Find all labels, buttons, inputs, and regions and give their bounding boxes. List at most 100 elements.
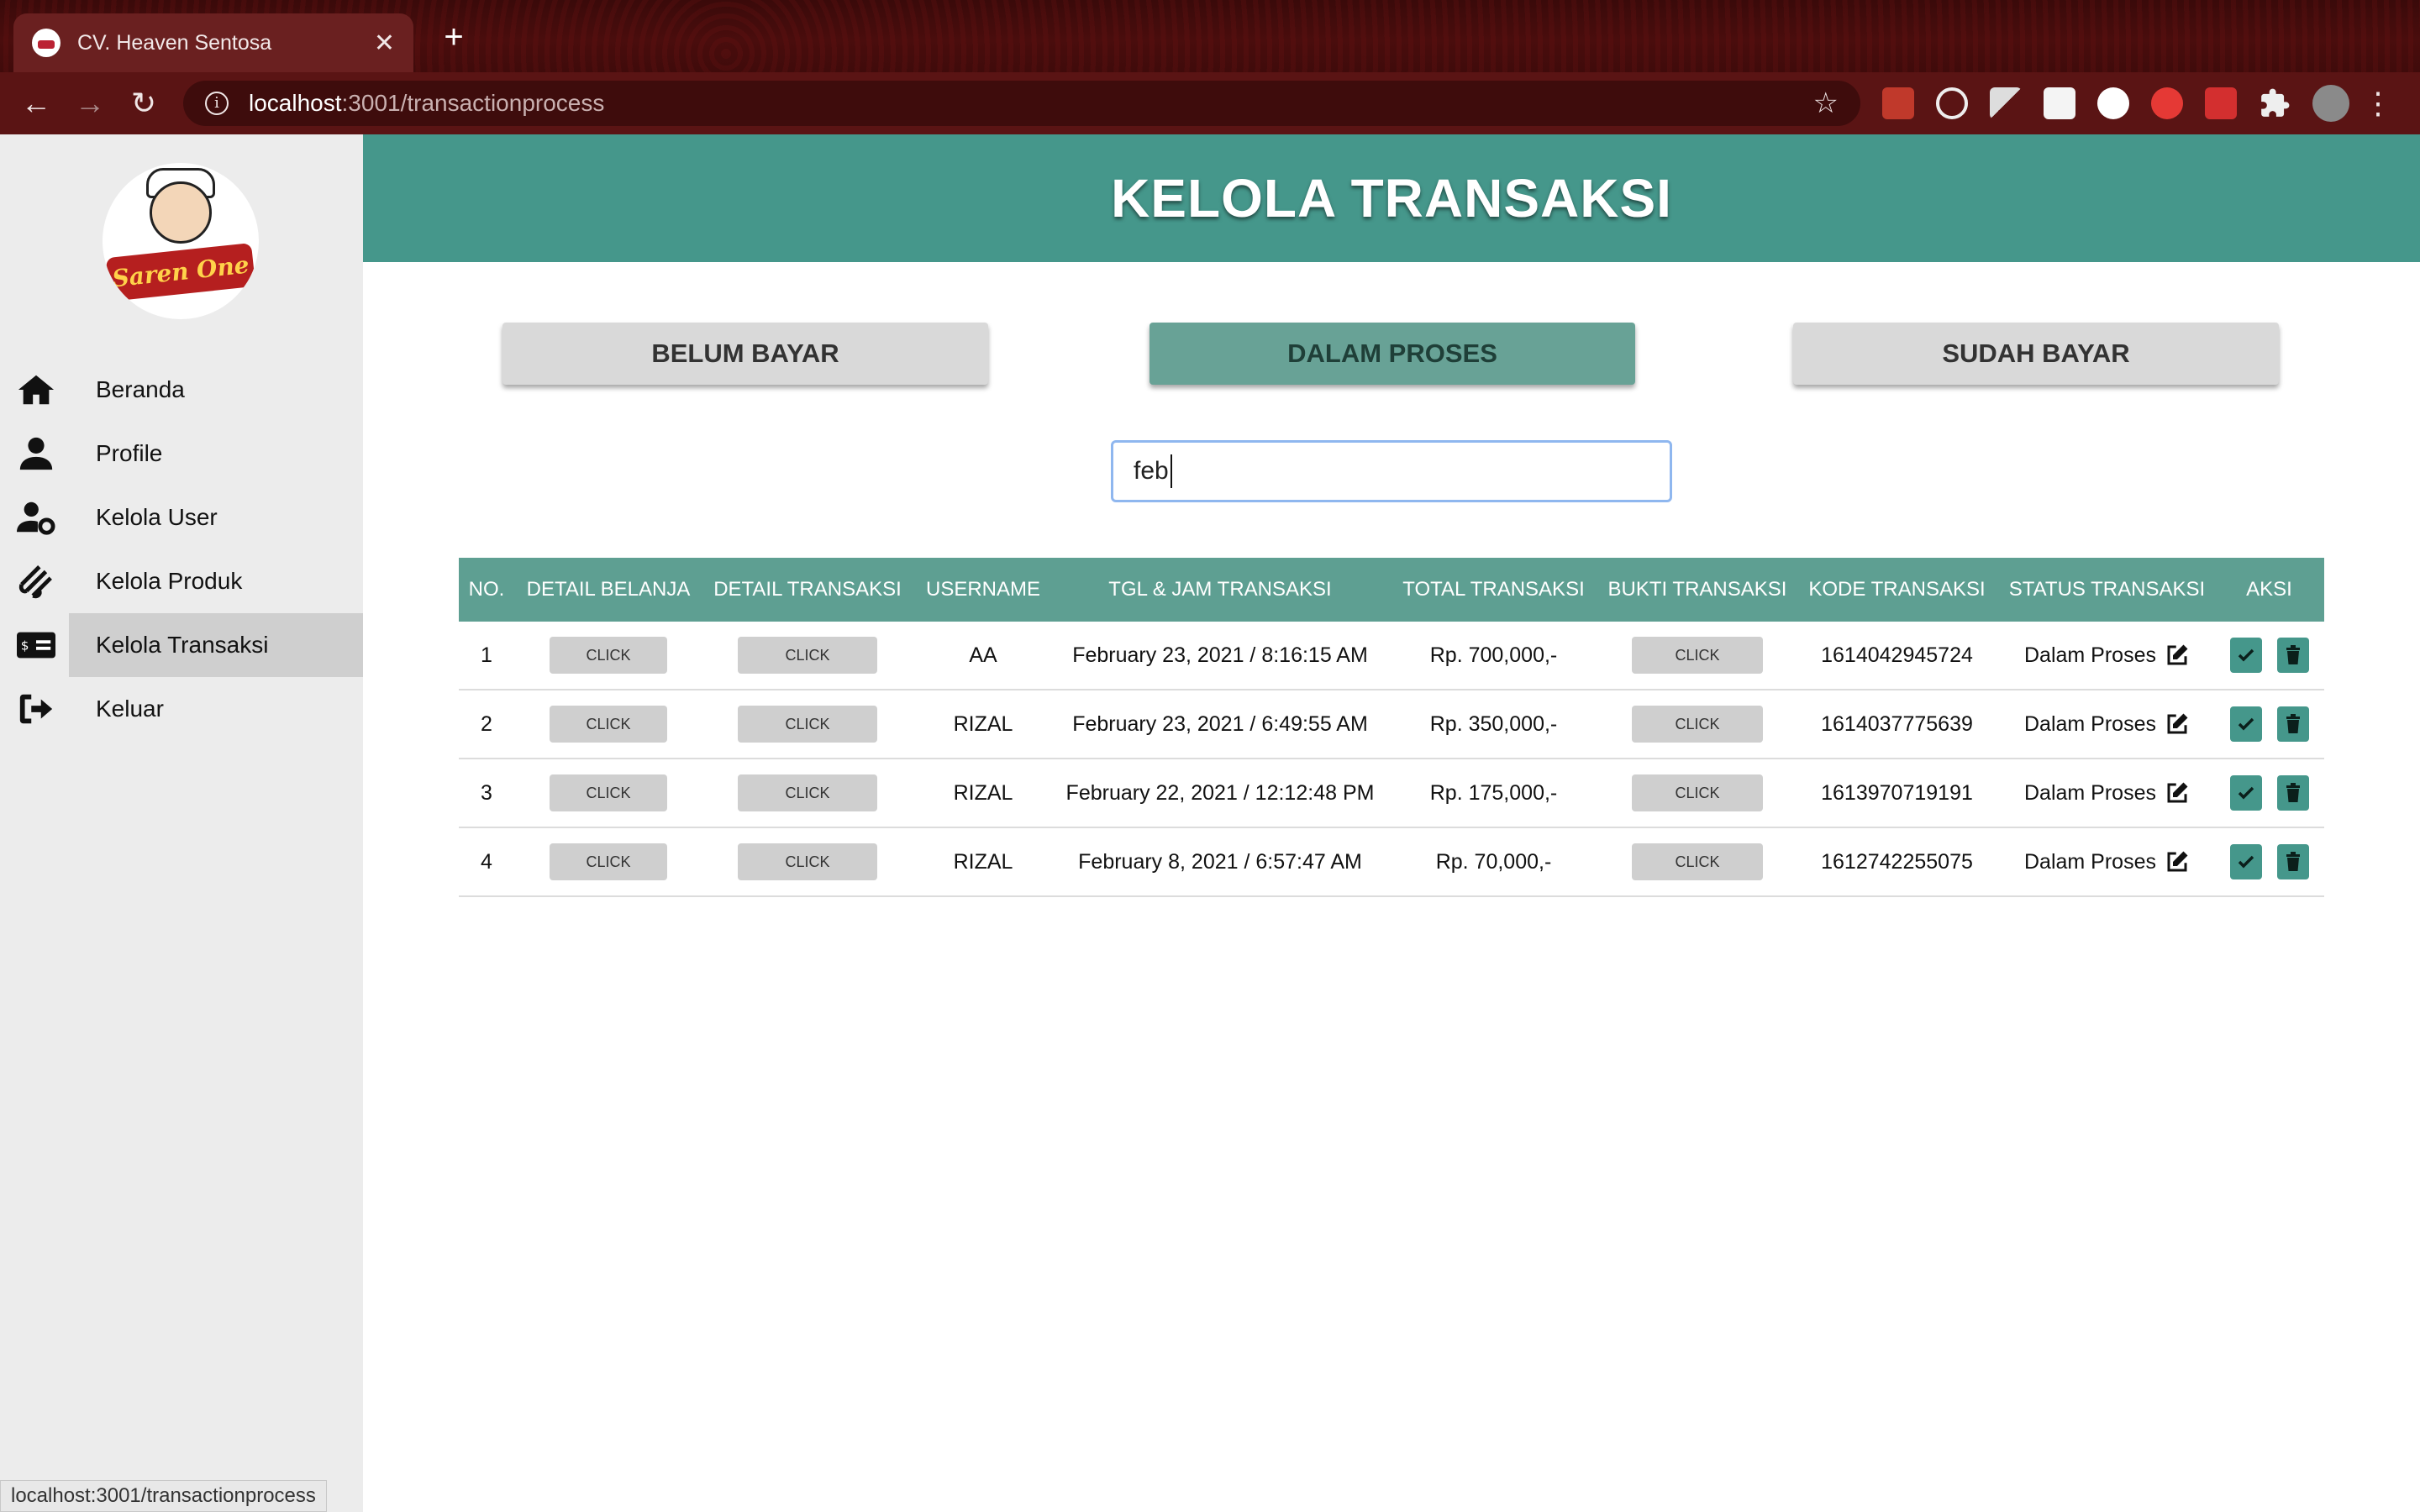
col-header: STATUS TRANSAKSI [2008,578,2206,601]
detail-transaksi-button[interactable]: CLICK [738,706,877,743]
search-value: feb [1134,457,1169,485]
extension-hand-icon[interactable] [2151,87,2183,119]
col-header: DETAIL TRANSAKSI [713,578,902,601]
username: AA [969,643,997,667]
status-text: Dalam Proses [2024,643,2156,667]
transaction-datetime: February 23, 2021 / 8:16:15 AM [1072,643,1368,667]
status-text: Dalam Proses [2024,849,2156,874]
extension-v-icon[interactable] [1990,87,2022,119]
col-header: KODE TRANSAKSI [1808,578,1986,601]
sidebar-item-label: Kelola Transaksi [96,632,269,658]
approve-button[interactable] [2229,638,2262,673]
sidebar-item-beranda[interactable]: Beranda [0,358,363,422]
row-number: 3 [481,780,492,805]
transaction-code: 1612742255075 [1821,849,1973,874]
col-header: TOTAL TRANSAKSI [1402,578,1585,601]
sign-out-icon [19,694,53,724]
check-icon [2238,786,2254,800]
url-path: :3001/transactionprocess [341,90,605,116]
edit-status-icon[interactable] [2165,711,2190,737]
extension-icon[interactable] [1882,87,1914,119]
check-icon [2238,717,2254,731]
sidebar-item-keluar[interactable]: Keluar [0,677,363,741]
delete-button[interactable] [2276,844,2309,879]
transaction-datetime: February 8, 2021 / 6:57:47 AM [1078,849,1362,874]
detail-transaksi-button[interactable]: CLICK [738,843,877,880]
detail-transaksi-button[interactable]: CLICK [738,774,877,811]
sidebar: Saren One Beranda Profile Kelola User Ke… [0,134,363,1512]
user-gear-icon [17,501,55,535]
table-header: NO. DETAIL BELANJA DETAIL TRANSAKSI USER… [459,558,2324,622]
brand-logo[interactable]: Saren One [103,163,259,319]
col-header: USERNAME [925,578,1041,601]
transaction-code: 1614042945724 [1821,643,1973,667]
profile-avatar[interactable] [2312,85,2349,122]
detail-belanja-button[interactable]: CLICK [550,637,667,674]
username: RIZAL [953,849,1013,874]
transaction-total: Rp. 70,000,- [1435,849,1552,874]
col-header: TGL & JAM TRANSAKSI [1108,578,1332,601]
sidebar-item-label: Beranda [96,376,185,402]
detail-belanja-button[interactable]: CLICK [550,774,667,811]
status-text: Dalam Proses [2024,711,2156,736]
table-row: 2 CLICK CLICK RIZAL February 23, 2021 / … [459,690,2324,759]
reload-icon[interactable]: ↻ [124,84,163,123]
delete-button[interactable] [2276,638,2309,673]
approve-button[interactable] [2229,844,2262,879]
sidebar-item-kelola-user[interactable]: Kelola User [0,486,363,549]
edit-status-icon[interactable] [2165,780,2190,806]
detail-belanja-button[interactable]: CLICK [550,706,667,743]
sidebar-item-profile[interactable]: Profile [0,422,363,486]
delete-button[interactable] [2276,706,2309,742]
col-header: BUKTI TRANSAKSI [1607,578,1787,601]
row-number: 2 [481,711,492,736]
filter-sudah-bayar-button[interactable]: SUDAH BAYAR [1793,323,2279,385]
transaction-total: Rp. 175,000,- [1429,780,1558,805]
extensions-puzzle-icon[interactable] [2259,87,2291,119]
filter-belum-bayar-button[interactable]: BELUM BAYAR [502,323,988,385]
row-number: 1 [481,643,492,667]
browser-tab[interactable]: CV. Heaven Sentosa ✕ [13,13,413,72]
username: RIZAL [953,780,1013,805]
transaction-total: Rp. 700,000,- [1429,643,1558,667]
extension-circle-icon[interactable] [2097,87,2129,119]
status-text: Dalam Proses [2024,780,2156,805]
bookmark-star-icon[interactable]: ☆ [1813,87,1839,120]
edit-status-icon[interactable] [2165,849,2190,874]
approve-button[interactable] [2229,775,2262,811]
forward-icon[interactable]: → [71,84,109,123]
approve-button[interactable] [2229,706,2262,742]
col-header: NO. [468,578,505,601]
sidebar-item-kelola-produk[interactable]: Kelola Produk [0,549,363,613]
sidebar-item-kelola-transaksi[interactable]: $ Kelola Transaksi [0,613,363,677]
transaction-total: Rp. 350,000,- [1429,711,1558,736]
extension-z-icon[interactable] [2205,87,2237,119]
search-input[interactable]: feb [1111,440,1672,502]
address-bar[interactable]: i localhost:3001/transactionprocess ☆ [183,81,1860,126]
bukti-transaksi-button[interactable]: CLICK [1632,774,1763,811]
bukti-transaksi-button[interactable]: CLICK [1632,637,1763,674]
back-icon[interactable]: ← [17,84,55,123]
check-icon [2238,648,2254,662]
detail-transaksi-button[interactable]: CLICK [738,637,877,674]
extension-target-icon[interactable] [1936,87,1968,119]
product-icon [18,565,52,599]
edit-status-icon[interactable] [2165,643,2190,668]
table-row: 3 CLICK CLICK RIZAL February 22, 2021 / … [459,759,2324,828]
filter-dalam-proses-button[interactable]: DALAM PROSES [1150,323,1635,385]
user-icon [19,437,53,470]
extension-calendar-icon[interactable] [2044,87,2075,119]
bukti-transaksi-button[interactable]: CLICK [1632,706,1763,743]
chef-face-icon [150,181,212,244]
new-tab-icon[interactable]: + [437,20,471,54]
browser-menu-icon[interactable]: ⋮ [2363,84,2393,123]
close-tab-icon[interactable]: ✕ [374,29,395,58]
sidebar-menu: Beranda Profile Kelola User Kelola Produ… [0,358,363,741]
site-info-icon[interactable]: i [205,92,229,115]
browser-chrome: CV. Heaven Sentosa ✕ + ← → ↻ i localhost… [0,0,2420,134]
check-icon [2238,855,2254,869]
delete-button[interactable] [2276,775,2309,811]
bukti-transaksi-button[interactable]: CLICK [1632,843,1763,880]
detail-belanja-button[interactable]: CLICK [550,843,667,880]
svg-text:$: $ [21,638,29,654]
